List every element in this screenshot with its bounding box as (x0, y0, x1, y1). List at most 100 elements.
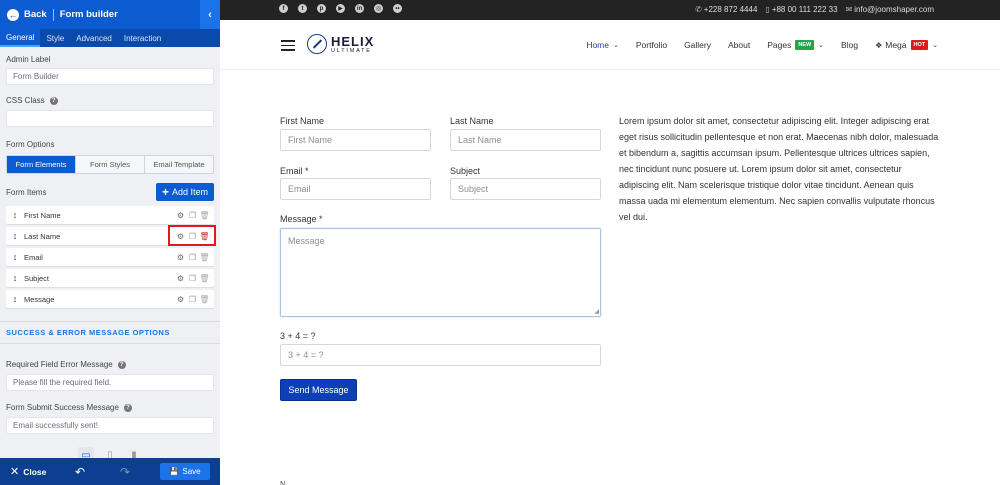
success-message-input[interactable]: Email successfully sent! (6, 417, 214, 434)
first-name-label: First Name (280, 116, 325, 126)
add-item-button[interactable]: + Add Item (155, 183, 214, 201)
menu-label: Blog (841, 40, 859, 50)
redo-icon[interactable]: ↷ (120, 465, 130, 479)
form-items-header: Form Items + Add Item (6, 183, 214, 201)
resize-handle-icon[interactable]: ◢ (594, 308, 599, 315)
flickr-icon[interactable]: •• (393, 4, 402, 13)
form-item-first-name[interactable]: ↕ First Name ⚙ ❐ 🗑 (6, 206, 214, 224)
form-items-label: Form Items (6, 187, 47, 197)
menu-label: Pages (767, 40, 792, 50)
form-elements-button[interactable]: Form Elements (7, 156, 76, 173)
subject-label: Subject (450, 166, 481, 176)
css-class-label: CSS Class ? (6, 96, 214, 105)
captcha-label: 3 + 4 = ? (280, 331, 316, 341)
menu-item-home[interactable]: Home ⌄ (586, 40, 619, 50)
save-icon: 💾 (169, 467, 180, 476)
form-items-list: ↕ First Name ⚙ ❐ 🗑 ↕ Last Name ⚙ ❐ 🗑 ↕ E… (6, 206, 216, 308)
trash-icon[interactable]: 🗑 (199, 211, 209, 220)
form-item-label: Email (24, 252, 43, 262)
required-error-input[interactable]: Please fill the required field. (6, 374, 214, 391)
form-styles-button[interactable]: Form Styles (76, 156, 145, 173)
linkedin-icon[interactable]: in (355, 4, 364, 13)
tab-advanced[interactable]: Advanced (70, 29, 118, 47)
hamburger-icon[interactable] (281, 40, 295, 54)
tab-style[interactable]: Style (40, 29, 70, 47)
success-message-label: Form Submit Success Message ? (6, 403, 214, 412)
copy-icon[interactable]: ❐ (188, 253, 197, 262)
send-message-button[interactable]: Send Message (280, 379, 357, 401)
drag-handle-icon[interactable]: ↕ (8, 294, 22, 304)
close-button[interactable]: ✕ Close (0, 465, 46, 478)
menu-item-mega[interactable]: ❖ Mega HOT ⌄ (875, 40, 938, 50)
logo-text: HELIX ULTIMATE (331, 35, 374, 54)
admin-label-label: Admin Label (6, 55, 214, 64)
help-icon[interactable]: ? (49, 96, 58, 105)
instagram-icon[interactable]: ◎ (374, 4, 383, 13)
first-name-input[interactable]: First Name (280, 129, 431, 151)
css-class-input[interactable] (6, 110, 214, 127)
trash-icon[interactable]: 🗑 (199, 274, 209, 283)
subject-input[interactable]: Subject (450, 178, 601, 200)
copy-icon[interactable]: ❐ (188, 211, 197, 220)
social-links: f t p ▶ in ◎ •• (279, 4, 402, 13)
item-actions: ⚙ ❐ 🗑 (176, 274, 210, 283)
phone-contact[interactable]: ✆ +228 872 4444 (695, 5, 757, 14)
help-icon[interactable]: ? (117, 360, 126, 369)
site-logo[interactable]: HELIX ULTIMATE (307, 34, 374, 54)
message-textarea[interactable]: Message ◢ (280, 228, 601, 317)
form-builder-panel: ← Back Form builder ‹ General Style Adva… (0, 0, 220, 485)
facebook-icon[interactable]: f (279, 4, 288, 13)
drag-handle-icon[interactable]: ↕ (8, 210, 22, 220)
save-button[interactable]: 💾 Save (160, 463, 210, 480)
contact-info: ✆ +228 872 4444 ▯ +88 00 111 222 33 ✉ info@… (695, 5, 934, 14)
last-name-input[interactable]: Last Name (450, 129, 601, 151)
tab-general[interactable]: General (0, 29, 41, 47)
help-icon[interactable]: ? (123, 403, 132, 412)
logo-mark-icon (307, 34, 327, 54)
gear-icon[interactable]: ⚙ (176, 295, 185, 304)
email-template-button[interactable]: Email Template (145, 156, 213, 173)
drag-handle-icon[interactable]: ↕ (8, 231, 22, 241)
pinterest-icon[interactable]: p (317, 4, 326, 13)
trash-icon[interactable]: 🗑 (199, 295, 209, 304)
plus-icon: + (161, 185, 169, 199)
form-item-email[interactable]: ↕ Email ⚙ ❐ 🗑 (6, 248, 214, 266)
form-item-message[interactable]: ↕ Message ⚙ ❐ 🗑 (6, 290, 214, 308)
drag-handle-icon[interactable]: ↕ (8, 252, 22, 262)
menu-label: Gallery (684, 40, 711, 50)
admin-label-input[interactable]: Form Builder (6, 68, 214, 85)
menu-item-portfolio[interactable]: Portfolio (636, 40, 667, 50)
copy-icon[interactable]: ❐ (188, 274, 197, 283)
gear-icon[interactable]: ⚙ (176, 253, 185, 262)
twitter-icon[interactable]: t (298, 4, 307, 13)
collapse-panel-button[interactable]: ‹ (200, 0, 220, 29)
item-actions: ⚙ ❐ 🗑 (176, 295, 210, 304)
required-error-label: Required Field Error Message ? (6, 360, 214, 369)
drag-handle-icon[interactable]: ↕ (8, 273, 22, 283)
main-menu: Home ⌄ Portfolio Gallery About Pages NEW … (569, 40, 938, 50)
email-input[interactable]: Email (280, 178, 431, 200)
email-contact[interactable]: ✉ info@joomshaper.com (846, 5, 934, 14)
admin-label-text: Admin Label (6, 55, 51, 64)
form-item-subject[interactable]: ↕ Subject ⚙ ❐ 🗑 (6, 269, 214, 287)
trash-icon[interactable]: 🗑 (199, 253, 209, 262)
captcha-input[interactable]: 3 + 4 = ? (280, 344, 601, 366)
back-button[interactable]: ← Back (0, 0, 47, 29)
highlight-box (168, 225, 216, 246)
success-message-text: Form Submit Success Message (6, 403, 119, 412)
tab-interaction[interactable]: Interaction (118, 29, 167, 47)
copy-icon[interactable]: ❐ (188, 295, 197, 304)
menu-item-about[interactable]: About (728, 40, 750, 50)
gear-icon[interactable]: ⚙ (176, 211, 185, 220)
youtube-icon[interactable]: ▶ (336, 4, 345, 13)
form-item-label: Last Name (24, 231, 61, 241)
gear-icon[interactable]: ⚙ (176, 274, 185, 283)
chevron-left-icon: ‹ (208, 8, 212, 21)
form-item-last-name[interactable]: ↕ Last Name ⚙ ❐ 🗑 (6, 225, 216, 246)
menu-item-gallery[interactable]: Gallery (684, 40, 711, 50)
mobile-contact[interactable]: ▯ +88 00 111 222 33 (765, 5, 837, 14)
form-options-label: Form Options (6, 140, 55, 149)
menu-item-blog[interactable]: Blog (841, 40, 858, 50)
undo-icon[interactable]: ↶ (75, 465, 85, 479)
menu-item-pages[interactable]: Pages NEW ⌄ (767, 40, 824, 50)
